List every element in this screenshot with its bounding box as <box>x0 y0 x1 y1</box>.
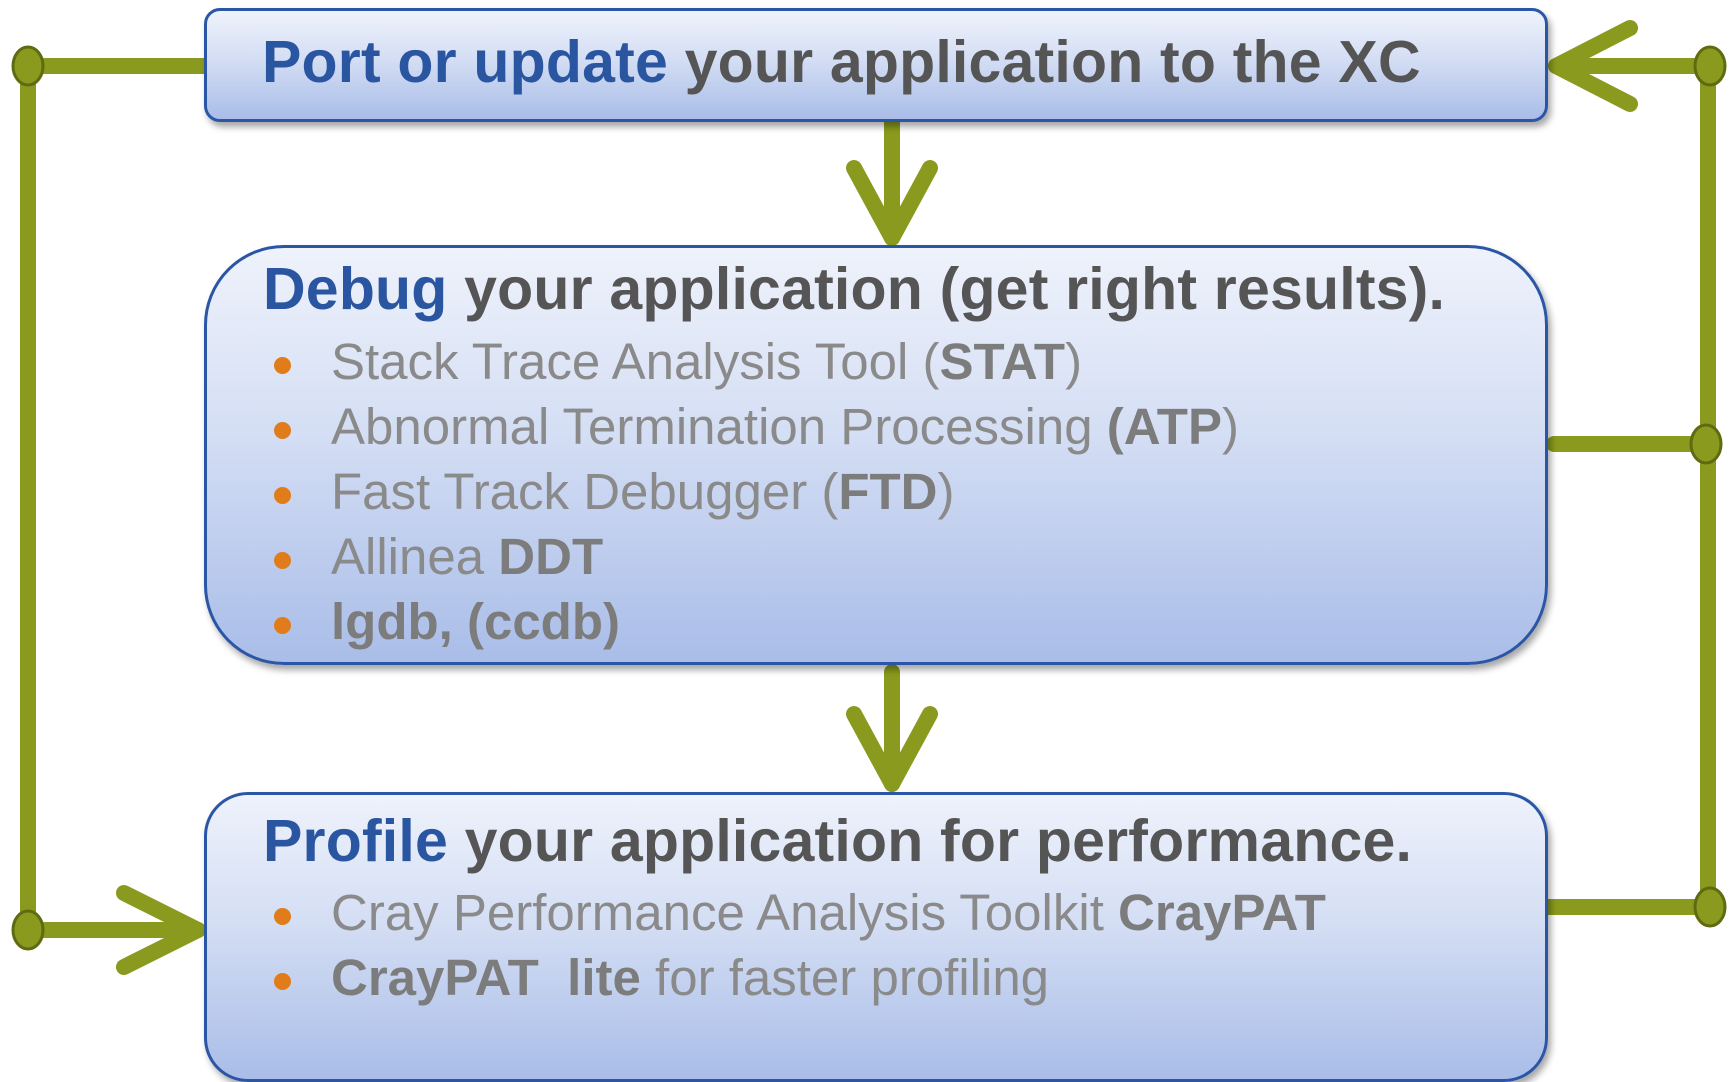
debug-tools-list: Stack Trace Analysis Tool (STAT) Abnorma… <box>207 329 1239 654</box>
debug-step-title: Debug your application (get right result… <box>263 255 1445 323</box>
right-junction-debug <box>1689 423 1723 465</box>
bullet-icon <box>274 487 291 504</box>
profile-step-title: Profile your application for performance… <box>263 807 1412 875</box>
bullet-icon <box>274 973 291 990</box>
profile-tools-list: Cray Performance Analysis Toolkit CrayPA… <box>207 880 1326 1010</box>
list-item: Cray Performance Analysis Toolkit CrayPA… <box>207 880 1326 945</box>
right-junction-top <box>1693 45 1727 87</box>
right-junction-profile <box>1693 886 1727 928</box>
bullet-icon <box>274 908 291 925</box>
list-item: CrayPAT lite for faster profiling <box>207 945 1326 1010</box>
profile-step-keyword: Profile <box>263 808 448 874</box>
port-step-box: Port or update your application to the X… <box>204 8 1548 122</box>
list-item: Stack Trace Analysis Tool (STAT) <box>207 329 1239 394</box>
bullet-icon <box>274 357 291 374</box>
bullet-icon <box>274 422 291 439</box>
profile-step-title-rest: your application for performance. <box>448 808 1413 874</box>
list-item: lgdb, (ccdb) <box>207 589 1239 654</box>
debug-step-box: Debug your application (get right result… <box>204 245 1548 665</box>
bullet-icon <box>274 617 291 634</box>
bullet-icon <box>274 552 291 569</box>
port-step-title: Port or update your application to the X… <box>262 28 1421 96</box>
left-junction-top <box>11 45 45 87</box>
left-junction-bottom <box>11 909 45 951</box>
list-item: Abnormal Termination Processing (ATP) <box>207 394 1239 459</box>
debug-step-title-rest: your application (get right results). <box>447 256 1446 322</box>
list-item: Fast Track Debugger (FTD) <box>207 459 1239 524</box>
port-step-keyword: Port or update <box>262 29 668 95</box>
port-step-title-rest: your application to the XC <box>667 29 1421 95</box>
debug-step-keyword: Debug <box>263 256 448 322</box>
list-item: Allinea DDT <box>207 524 1239 589</box>
profile-step-box: Profile your application for performance… <box>204 792 1548 1082</box>
